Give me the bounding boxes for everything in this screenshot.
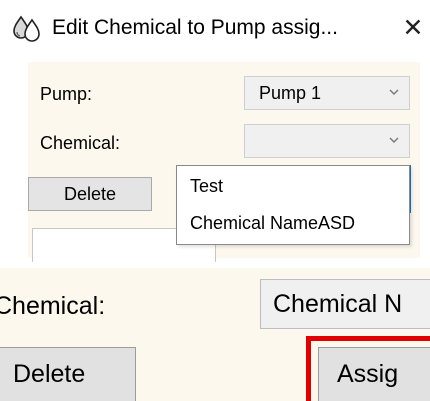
zoom-chemical-value: Chemical N	[273, 290, 403, 318]
delete-button-label: Delete	[63, 184, 117, 204]
close-button[interactable]: ✕	[400, 14, 426, 42]
zoomed-view: Chemical: Chemical N Delete Assig	[0, 268, 430, 401]
chemical-label: Chemical:	[40, 133, 121, 153]
assign-highlight-box	[306, 336, 430, 401]
zoom-delete-button[interactable]: Delete	[0, 347, 136, 401]
window-title: Edit Chemical to Pump assig...	[52, 16, 338, 39]
chevron-down-icon	[387, 133, 401, 147]
chemical-drops-icon	[12, 14, 42, 44]
zoom-chemical-label: Chemical:	[0, 292, 106, 320]
title-bar: Edit Chemical to Pump assig... ✕	[0, 0, 430, 62]
zoom-delete-label: Delete	[13, 360, 86, 388]
chemical-combobox[interactable]	[244, 124, 410, 158]
chevron-down-icon	[387, 85, 401, 99]
chemical-dropdown-list[interactable]: Test Chemical NameASD	[176, 165, 410, 245]
pump-label: Pump:	[40, 84, 93, 104]
zoom-chemical-combobox[interactable]: Chemical N	[260, 279, 430, 329]
pump-selected-value: Pump 1	[259, 83, 322, 103]
delete-button[interactable]: Delete	[28, 177, 152, 211]
dropdown-option-chemical-nameasd[interactable]: Chemical NameASD	[190, 213, 355, 234]
pump-combobox[interactable]: Pump 1	[244, 76, 410, 110]
dropdown-option-test[interactable]: Test	[190, 176, 223, 197]
